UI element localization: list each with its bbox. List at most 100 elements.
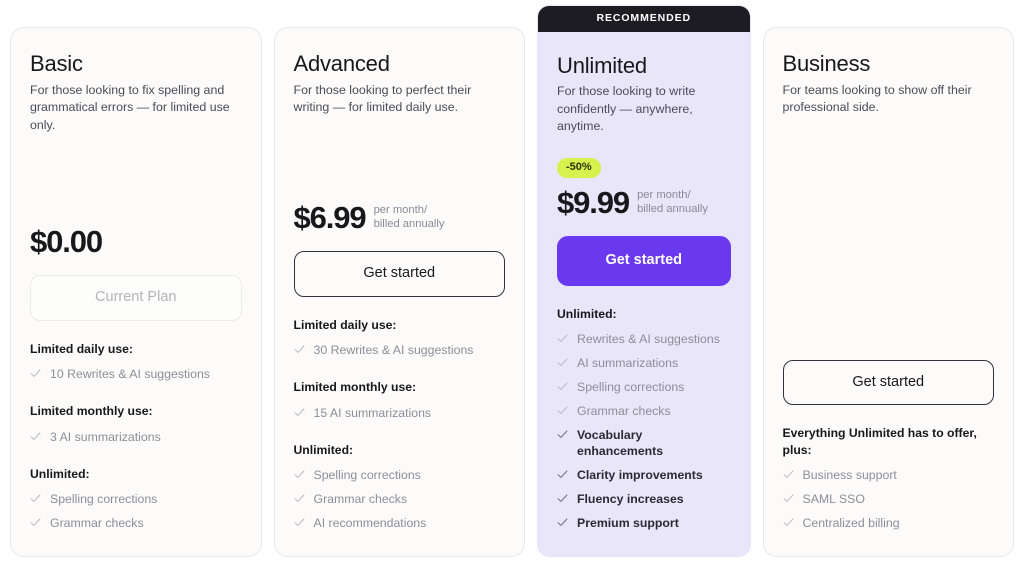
check-icon <box>30 431 41 444</box>
feature-group-title: Unlimited: <box>30 466 90 481</box>
check-icon <box>557 469 568 482</box>
get-started-button-business[interactable]: Get started <box>782 359 994 406</box>
feature-item: Grammar checks <box>294 488 506 512</box>
feature-group: Limited monthly use: 3 AI summarizations <box>30 403 242 449</box>
check-icon <box>30 368 41 381</box>
feature-label: Grammar checks <box>50 516 144 531</box>
feature-item: AI recommendations <box>294 512 506 536</box>
feature-item: 15 AI summarizations <box>294 402 506 426</box>
feature-group: Unlimited: Spelling corrections Grammar ch… <box>30 466 242 536</box>
price-row: $6.99 per month/ billed annually <box>294 202 506 233</box>
feature-group-title: Unlimited: <box>557 306 617 321</box>
feature-label: Premium support <box>577 516 679 531</box>
check-icon <box>294 493 305 506</box>
plan-name: Unlimited <box>557 52 647 78</box>
check-icon <box>294 344 305 357</box>
feature-label: AI recommendations <box>313 516 427 531</box>
feature-item: Centralized billing <box>783 512 995 536</box>
feature-label: 3 AI summarizations <box>50 429 161 444</box>
check-icon <box>783 469 794 482</box>
feature-label: Fluency increases <box>577 492 684 507</box>
price-amount: $0.00 <box>30 224 103 260</box>
plan-tagline: For those looking to perfect their writi… <box>293 82 472 115</box>
plan-card-advanced: Advanced For those looking to perfect the… <box>273 27 525 557</box>
feature-label: 10 Rewrites & AI suggestions <box>50 367 210 382</box>
price-zone: -50% $9.99 per month/ billed annually Get s… <box>557 139 731 286</box>
feature-item: Spelling corrections <box>294 464 506 488</box>
feature-list: Unlimited: Rewrites & AI suggestions AI su… <box>557 306 731 536</box>
plan-tagline: For teams looking to show off their prof… <box>782 82 972 115</box>
feature-label: Centralized billing <box>802 516 900 531</box>
feature-label: Vocabulary enhancements <box>577 428 664 459</box>
feature-list: Limited daily use: 10 Rewrites & AI sugge… <box>30 341 242 536</box>
feature-item: 10 Rewrites & AI suggestions <box>30 363 242 387</box>
get-started-button-unlimited[interactable]: Get started <box>557 236 731 286</box>
check-icon <box>557 357 568 370</box>
check-icon <box>557 493 568 506</box>
feature-item: Rewrites & AI suggestions <box>557 328 731 352</box>
plan-card-body: Unlimited For those looking to write conf… <box>538 32 750 556</box>
feature-item: 30 Rewrites & AI suggestions <box>294 339 506 363</box>
discount-badge: -50% <box>557 158 601 179</box>
feature-label: Spelling corrections <box>577 380 685 395</box>
check-icon <box>30 517 41 530</box>
check-icon <box>30 493 41 506</box>
check-icon <box>783 493 794 506</box>
feature-item: Spelling corrections <box>557 376 731 400</box>
feature-item: Vocabulary enhancements <box>557 424 731 464</box>
price-zone: $0.00 Current Plan <box>30 208 242 321</box>
feature-item: Clarity improvements <box>557 464 731 488</box>
feature-item: Premium support <box>557 512 731 536</box>
price-amount: $9.99 <box>557 185 630 221</box>
plan-name: Advanced <box>293 51 390 76</box>
feature-label: Rewrites & AI suggestions <box>577 332 720 347</box>
check-icon <box>557 333 568 346</box>
check-icon <box>557 517 568 530</box>
feature-group: Unlimited: Rewrites & AI suggestions AI su… <box>557 306 731 536</box>
price-row: $0.00 <box>30 226 242 257</box>
feature-label: 15 AI summarizations <box>313 405 432 420</box>
feature-item: Fluency increases <box>557 488 731 512</box>
plan-tagline: For those looking to fix spelling and gr… <box>30 82 230 132</box>
price-zone: Get started <box>782 298 995 406</box>
feature-group-title: Limited daily use: <box>30 341 133 356</box>
plan-card-business: Business For teams looking to show off th… <box>762 27 1014 557</box>
price-row: $9.99 per month/ billed annually <box>557 187 731 218</box>
pricing-plans-grid: Basic For those looking to fix spelling a… <box>0 0 1024 566</box>
check-icon <box>557 381 568 394</box>
feature-group: Unlimited: Spelling corrections Grammar ch… <box>294 442 506 536</box>
check-icon <box>557 405 568 418</box>
feature-label: Spelling corrections <box>313 468 421 483</box>
price-billing-note: per month/ billed annually <box>637 189 708 215</box>
feature-item: SAML SSO <box>783 488 995 512</box>
check-icon <box>294 469 305 482</box>
plan-name: Business <box>782 51 871 76</box>
feature-label: Spelling corrections <box>50 492 158 507</box>
feature-item: Spelling corrections <box>30 488 242 512</box>
price-zone: $6.99 per month/ billed annually Get start… <box>293 184 506 297</box>
price-billing-note: per month/ billed annually <box>373 204 445 230</box>
feature-label: 30 Rewrites & AI suggestions <box>313 343 474 358</box>
feature-label: Grammar checks <box>577 404 671 419</box>
feature-list: Limited daily use: 30 Rewrites & AI sugge… <box>294 317 506 536</box>
feature-group: Limited daily use: 30 Rewrites & AI sugge… <box>294 317 506 363</box>
recommended-banner: RECOMMENDED <box>538 6 750 32</box>
feature-group-title: Limited monthly use: <box>293 380 417 395</box>
feature-list: Everything Unlimited has to offer, plus:… <box>783 425 995 536</box>
feature-item: Business support <box>783 464 995 488</box>
feature-label: Clarity improvements <box>577 468 703 483</box>
check-icon <box>557 429 568 442</box>
plan-card-basic: Basic For those looking to fix spelling a… <box>10 27 262 557</box>
price-placeholder <box>783 316 995 360</box>
plan-name: Basic <box>30 51 83 76</box>
feature-item: AI summarizations <box>557 352 731 376</box>
feature-label: SAML SSO <box>802 492 865 507</box>
get-started-button-advanced[interactable]: Get started <box>293 251 505 297</box>
check-icon <box>294 517 305 530</box>
check-icon <box>294 407 305 420</box>
feature-group: Limited monthly use: 15 AI summarizations <box>294 379 506 425</box>
feature-item: 3 AI summarizations <box>30 426 242 450</box>
feature-group-title: Limited daily use: <box>293 317 397 332</box>
feature-item: Grammar checks <box>557 400 731 424</box>
feature-group-title: Limited monthly use: <box>30 404 153 419</box>
